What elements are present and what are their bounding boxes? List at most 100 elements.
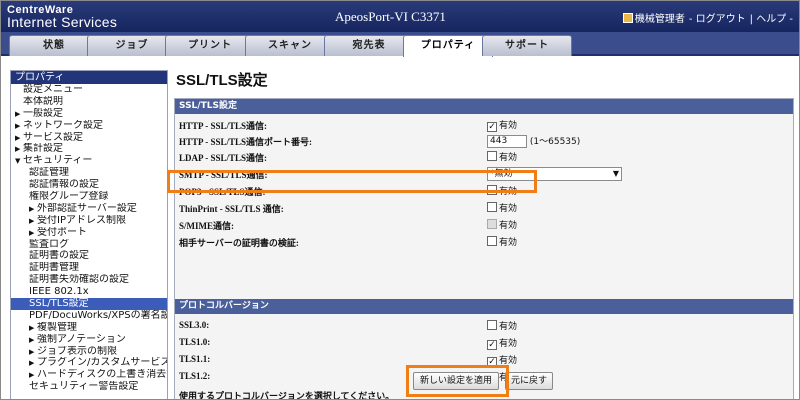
browser-frame: CentreWare Internet Services ApeosPort-V…	[0, 0, 800, 400]
checkbox-label: 有効	[499, 238, 518, 248]
checkbox	[487, 219, 497, 229]
checkbox-label: 有効	[499, 322, 518, 332]
setting-row: 相手サーバーの証明書の検証: 有効	[175, 234, 793, 250]
main-content: SSL/TLS設定 SSL/TLS設定 HTTP - SSL/TLS通信: ✓ 有効…	[167, 57, 799, 400]
sidebar-item[interactable]: 証明書失効確認の設定	[11, 274, 167, 286]
checkbox[interactable]: ✓	[487, 122, 497, 132]
protocol-label: TLS1.0:	[179, 337, 211, 347]
logo-line2: Internet Services	[7, 14, 118, 30]
sidebar-item[interactable]: ▶ 外部認証サーバー設定	[11, 203, 167, 215]
port-number-input[interactable]: 443	[487, 135, 527, 148]
sidebar-item[interactable]: ▶ 一般設定	[11, 108, 167, 120]
tab-support[interactable]: サポート	[482, 35, 572, 56]
triangle-right-icon: ▶	[15, 133, 21, 142]
tab-print[interactable]: プリント	[165, 35, 255, 56]
section-header-ssl: SSL/TLS設定	[175, 99, 793, 114]
triangle-right-icon: ▶	[29, 228, 35, 237]
setting-row: ThinPrint - SSL/TLS 通信: 有効	[175, 200, 793, 216]
setting-label: LDAP - SSL/TLS通信:	[179, 153, 268, 163]
user-bar: 機械管理者 - ログアウト | ヘルプ -	[622, 10, 797, 25]
sidebar-item[interactable]: ▶ ネットワーク設定	[11, 120, 167, 132]
sidebar-item[interactable]: 証明書管理	[11, 262, 167, 274]
setting-label: ThinPrint - SSL/TLS 通信:	[179, 204, 284, 214]
setting-label: HTTP - SSL/TLS通信ポート番号:	[179, 137, 313, 147]
sidebar-item-label: 外部認証サーバー設定	[37, 202, 137, 214]
triangle-right-icon: ▶	[15, 109, 21, 118]
sidebar-item[interactable]: 証明書の設定	[11, 250, 167, 262]
sidebar-item[interactable]: ▶ 集計設定	[11, 143, 167, 155]
sidebar-title: プロパティ	[11, 71, 167, 84]
sidebar-item[interactable]: ▶ 複製管理	[11, 322, 167, 334]
triangle-right-icon: ▶	[29, 323, 35, 332]
sidebar-item[interactable]: PDF/DocuWorks/XPSの署名設定	[11, 310, 167, 322]
sidebar-item[interactable]: ▼ セキュリティー	[11, 155, 167, 167]
sidebar-item[interactable]: 権限グループ登録	[11, 191, 167, 203]
sidebar-item-label: 受付ポート	[37, 226, 87, 238]
checkbox[interactable]	[487, 320, 497, 330]
sidebar-item[interactable]: 本体説明	[11, 96, 167, 108]
sidebar-item[interactable]: IEEE 802.1x	[11, 286, 167, 298]
triangle-right-icon: ▶	[29, 359, 35, 368]
user-name: 機械管理者	[634, 14, 685, 25]
sidebar-item[interactable]: 認証情報の設定	[11, 179, 167, 191]
setting-control: ✓有効	[487, 336, 517, 350]
triangle-right-icon: ▶	[15, 145, 21, 154]
setting-row: HTTP - SSL/TLS通信ポート番号: 443 (1〜65535)	[175, 133, 793, 149]
sidebar-item[interactable]: 設定メニュー	[11, 84, 167, 96]
tab-jobs[interactable]: ジョブ	[87, 35, 177, 56]
tab-status[interactable]: 状態	[9, 35, 99, 56]
logout-link[interactable]: - ログアウト	[689, 14, 746, 25]
sidebar-item-label: 強制アノテーション	[37, 333, 126, 345]
tab-properties[interactable]: プロパティ	[403, 35, 493, 58]
sidebar-item-label: 本体説明	[23, 95, 63, 107]
sidebar-item-label: PDF/DocuWorks/XPSの署名設定	[29, 309, 167, 321]
checkbox[interactable]	[487, 236, 497, 246]
sidebar-item-label: 権限グループ登録	[29, 191, 109, 203]
chevron-down-icon: ▼	[612, 169, 619, 178]
sidebar-item-label: 証明書の設定	[29, 250, 89, 262]
checkbox-label: 有効	[499, 121, 518, 131]
protocol-note: 使用するプロトコルバージョンを選択してください。	[179, 391, 395, 400]
sidebar-item[interactable]: ▶ 受付ポート	[11, 227, 167, 239]
checkbox[interactable]: ✓	[487, 340, 497, 350]
tab-address-book[interactable]: 宛先表	[324, 35, 414, 56]
triangle-right-icon: ▶	[29, 371, 35, 380]
sidebar-item-label: セキュリティー	[23, 155, 93, 167]
sidebar-item-label: IEEE 802.1x	[29, 286, 89, 298]
triangle-right-icon: ▶	[29, 335, 35, 344]
sidebar-item[interactable]: セキュリティー警告設定	[11, 381, 167, 393]
sidebar-item[interactable]: 認証管理	[11, 167, 167, 179]
sidebar-item[interactable]: ▶プラグイン/カスタムサービス設定	[11, 357, 167, 369]
protocol-row: SSL3.0: 有効	[175, 318, 793, 334]
sidebar-item[interactable]: ▶ハードディスクの上書き消去設定	[11, 369, 167, 381]
sidebar-item[interactable]: ▶ ジョブ表示の制限	[11, 346, 167, 358]
sidebar-item[interactable]: SSL/TLS設定	[11, 298, 167, 310]
highlight-apply-button	[406, 365, 509, 397]
checkbox[interactable]	[487, 202, 497, 212]
setting-control: 443 (1〜65535)	[487, 134, 580, 148]
app-header: CentreWare Internet Services ApeosPort-V…	[1, 1, 799, 32]
sidebar-item[interactable]: ▶ 受付IPアドレス制限	[11, 215, 167, 227]
undo-button[interactable]: 元に戻す	[505, 372, 553, 390]
triangle-down-icon: ▼	[15, 157, 21, 166]
sidebar-item-label: SSL/TLS設定	[29, 298, 89, 310]
highlight-http-ssl	[167, 170, 537, 193]
tab-scan[interactable]: スキャン	[245, 35, 335, 56]
sidebar-item-label: 監査ログ	[29, 238, 69, 250]
setting-control: 有効	[487, 319, 517, 332]
help-link[interactable]: | ヘルプ -	[750, 14, 793, 25]
triangle-right-icon: ▶	[15, 121, 21, 130]
sidebar-item[interactable]: 監査ログ	[11, 239, 167, 251]
sidebar-item-label: 証明書失効確認の設定	[29, 274, 129, 286]
sidebar-list: 設定メニュー 本体説明 ▶ 一般設定 ▶ ネットワーク設定 ▶ サービス設定 ▶ 集計設定 ▼ セキュ…	[11, 84, 167, 393]
triangle-right-icon: ▶	[29, 347, 35, 356]
sidebar-item[interactable]: ▶ 強制アノテーション	[11, 334, 167, 346]
sidebar-item-label: サービス設定	[23, 131, 83, 143]
setting-control: 有効	[487, 201, 517, 214]
checkbox-label: 有効	[499, 339, 518, 349]
user-icon	[622, 13, 633, 23]
sidebar-item[interactable]: ▶ サービス設定	[11, 132, 167, 144]
setting-label: HTTP - SSL/TLS通信:	[179, 121, 268, 131]
checkbox[interactable]	[487, 151, 497, 161]
setting-control: 有効	[487, 235, 517, 248]
